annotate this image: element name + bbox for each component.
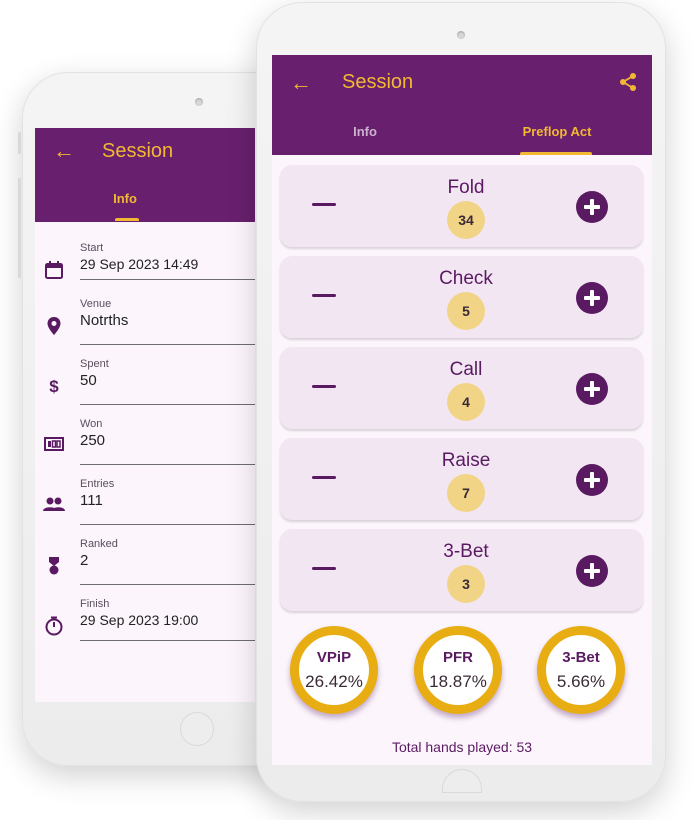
minus-icon[interactable] (312, 203, 336, 206)
people-icon (43, 496, 65, 518)
field-venue[interactable]: Venue Notrths (35, 298, 255, 358)
field-underline (80, 584, 255, 585)
stat-ring-pfr: PFR 18.87% (414, 626, 502, 714)
action-count-badge: 3 (447, 565, 485, 603)
stat-value: 18.87% (429, 672, 487, 691)
tab-info[interactable]: Info (95, 191, 155, 206)
action-name: Call (449, 359, 483, 380)
action-name: 3-Bet (443, 541, 489, 562)
app-bar: ← Session Info Preflop Act (272, 55, 652, 155)
field-ranked[interactable]: Ranked 2 (35, 538, 255, 598)
side-button (18, 132, 21, 154)
plus-icon[interactable] (576, 555, 608, 587)
field-label: Finish (80, 598, 110, 610)
stat-value: 26.42% (305, 672, 363, 691)
tab-indicator (520, 152, 592, 155)
field-label: Venue (80, 298, 112, 310)
field-label: Ranked (80, 538, 118, 550)
action-name: Check (439, 268, 493, 289)
field-underline (80, 640, 255, 641)
share-icon[interactable] (618, 72, 638, 97)
action-count-badge: 5 (447, 292, 485, 330)
tab-indicator (115, 218, 139, 221)
field-entries[interactable]: Entries 111 (35, 478, 255, 538)
field-label: Entries (80, 478, 115, 490)
arrow-left-icon[interactable]: ← (290, 72, 312, 94)
stat-ring-3bet: 3-Bet 5.66% (537, 626, 625, 714)
minus-icon[interactable] (312, 294, 336, 297)
stat-label: 3-Bet (562, 649, 600, 666)
speaker-icon (457, 31, 465, 39)
field-label: Spent (80, 358, 109, 370)
field-finish[interactable]: Finish 29 Sep 2023 19:00 (35, 598, 255, 658)
action-count-badge: 34 (447, 201, 485, 239)
stat-label: PFR (443, 649, 473, 666)
page-title: Session (102, 140, 174, 162)
calendar-icon (43, 260, 65, 282)
field-value: 29 Sep 2023 19:00 (80, 612, 199, 628)
stopwatch-icon (43, 616, 65, 638)
field-underline (80, 524, 255, 525)
field-value: 250 (80, 432, 106, 449)
location-pin-icon (43, 316, 65, 338)
home-button[interactable] (442, 769, 482, 793)
action-card-raise: Raise 7 (280, 438, 643, 520)
field-underline (80, 464, 255, 465)
preflop-screen: ← Session Info Preflop Act Fold 34 Check… (272, 55, 652, 765)
field-underline (80, 404, 255, 405)
stat-value: 5.66% (556, 672, 606, 691)
dollar-icon: $ (49, 377, 59, 396)
field-underline (80, 279, 255, 280)
plus-icon[interactable] (576, 464, 608, 496)
action-name: Raise (441, 450, 491, 471)
info-screen: ← Session Info Start 29 Sep 2023 14:49 V… (35, 128, 255, 702)
field-underline (80, 344, 255, 345)
minus-icon[interactable] (312, 567, 336, 570)
field-value: 2 (80, 552, 89, 569)
field-value: Notrths (80, 312, 129, 329)
app-bar: ← Session Info (35, 128, 255, 222)
arrow-left-icon[interactable]: ← (53, 140, 75, 162)
field-value: 50 (80, 372, 97, 389)
action-card-check: Check 5 (280, 256, 643, 338)
page-title: Session (342, 71, 414, 93)
action-card-fold: Fold 34 (280, 165, 643, 247)
stat-label: VPiP (316, 649, 352, 666)
field-label: Start (80, 242, 104, 254)
action-name: Fold (447, 177, 485, 198)
minus-icon[interactable] (312, 385, 336, 388)
action-count-badge: 4 (447, 383, 485, 421)
field-start[interactable]: Start 29 Sep 2023 14:49 (35, 242, 255, 302)
action-count-badge: 7 (447, 474, 485, 512)
field-value: 29 Sep 2023 14:49 (80, 256, 199, 272)
speaker-icon (195, 98, 203, 106)
field-value: 111 (80, 492, 103, 509)
medal-icon (43, 556, 65, 578)
side-button (18, 178, 21, 278)
plus-icon[interactable] (576, 373, 608, 405)
field-won[interactable]: Won 250 (35, 418, 255, 478)
tab-info[interactable]: Info (340, 124, 390, 139)
action-card-call: Call 4 (280, 347, 643, 429)
stat-ring-vpip: VPiP 26.42% (290, 626, 378, 714)
cash-icon (43, 436, 65, 458)
tab-preflop-act[interactable]: Preflop Act (507, 124, 607, 139)
home-button[interactable] (180, 712, 214, 746)
field-spent[interactable]: $ Spent 50 (35, 358, 255, 418)
field-label: Won (80, 418, 103, 430)
minus-icon[interactable] (312, 476, 336, 479)
total-hands-text: Total hands played: 53 (391, 739, 533, 755)
plus-icon[interactable] (576, 282, 608, 314)
plus-icon[interactable] (576, 191, 608, 223)
action-card-3bet: 3-Bet 3 (280, 529, 643, 611)
